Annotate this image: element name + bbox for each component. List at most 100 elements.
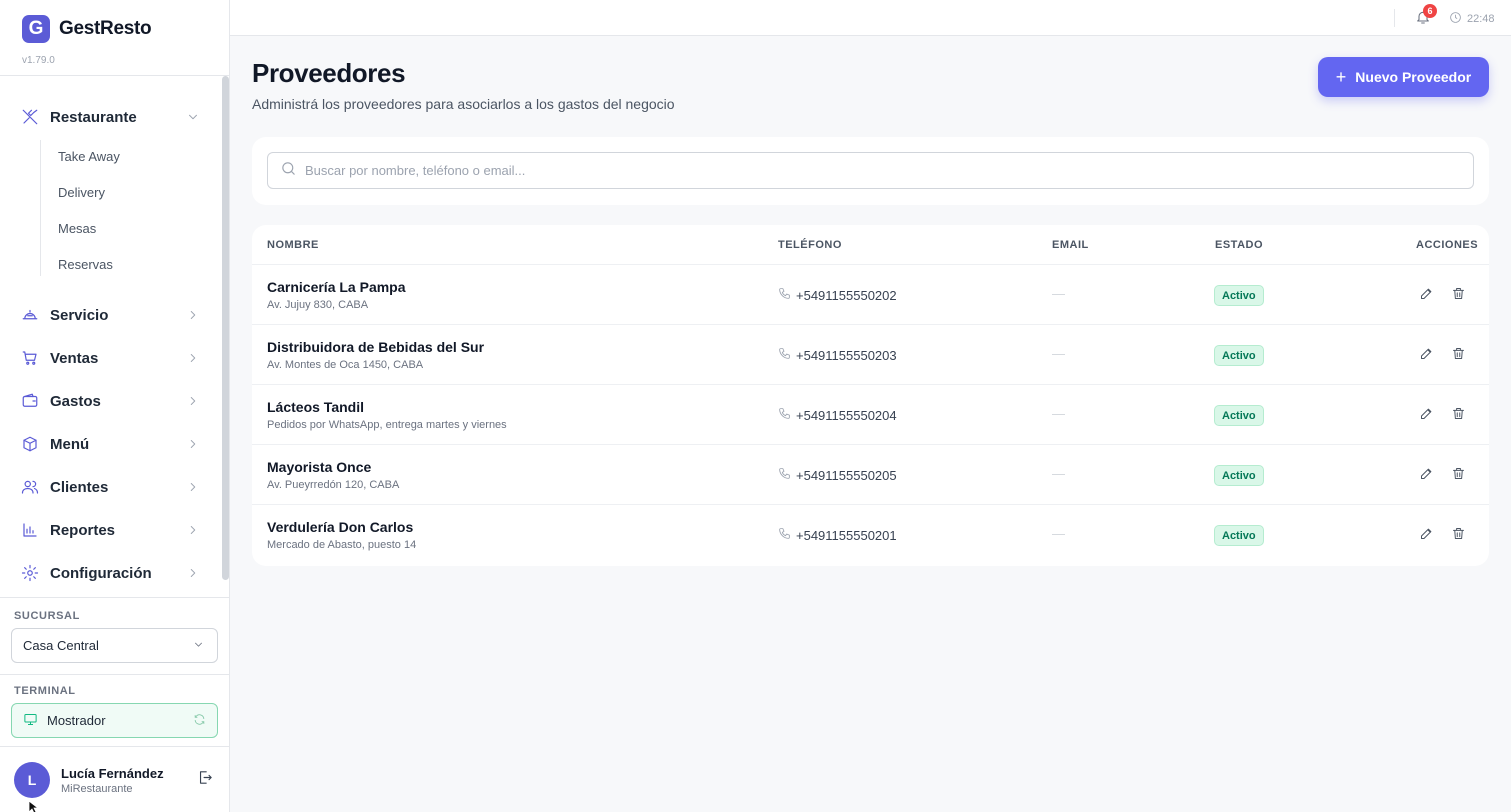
table-row[interactable]: Verdulería Don Carlos Mercado de Abasto,… [252,505,1489,565]
chevron-right-icon [186,394,200,408]
chevron-right-icon [186,437,200,451]
terminal-selector[interactable]: Mostrador [11,703,218,738]
nav-label: Servicio [50,306,109,324]
search-input[interactable] [305,163,1473,178]
nav-item-clientes[interactable]: Clientes [20,475,200,499]
subnav-item-reservas[interactable]: Reservas [58,257,113,272]
subnav-item-delivery[interactable]: Delivery [58,185,105,200]
supplier-name: Carnicería La Pampa [267,279,406,295]
divider [0,746,229,747]
subnav-item-mesas[interactable]: Mesas [58,221,96,236]
supplier-cell: Verdulería Don Carlos Mercado de Abasto,… [267,519,416,551]
phone-cell: +5491155550201 [778,527,897,543]
sidebar-scrollbar[interactable] [222,76,229,580]
divider [0,75,229,76]
app-version: v1.79.0 [22,55,55,66]
page-title: Proveedores [252,58,406,88]
nav-item-ventas[interactable]: Ventas [20,346,200,370]
supplier-note: Av. Jujuy 830, CABA [267,299,369,311]
users-icon [20,477,40,497]
chevron-right-icon [186,351,200,365]
nav-item-reportes[interactable]: Reportes [20,518,200,542]
trash-icon[interactable] [1451,466,1468,483]
nav-item-configuracion[interactable]: Configuración [20,561,200,585]
chevron-right-icon [186,308,200,322]
column-header-acciones: ACCIONES [1416,239,1479,251]
nav-label: Reportes [50,521,116,539]
edit-icon[interactable] [1419,346,1436,363]
nav-label: Restaurante [50,108,137,126]
search-card [252,137,1489,205]
clock-icon [1449,11,1467,27]
column-header-email[interactable]: EMAIL [1052,239,1089,251]
app-logo-icon: G [22,15,50,43]
table-row[interactable]: Carnicería La Pampa Av. Jujuy 830, CABA … [252,265,1489,325]
branch-value: Casa Central [23,638,99,653]
supplier-note: Mercado de Abasto, puesto 14 [267,539,417,551]
supplier-cell: Distribuidora de Bebidas del Sur Av. Mon… [267,339,484,371]
supplier-note: Pedidos por WhatsApp, entrega martes y v… [267,419,507,431]
divider [0,674,229,675]
supplier-phone: +5491155550204 [796,407,897,423]
edit-icon[interactable] [1419,466,1436,483]
phone-icon [778,287,796,303]
brand[interactable]: G GestResto [22,15,152,43]
phone-icon [778,407,796,423]
monitor-icon [23,712,38,730]
avatar[interactable]: L [14,762,50,798]
suppliers-table: NOMBRE TELÉFONO EMAIL ESTADO ACCIONES Ca… [252,225,1489,566]
status-badge: Activo [1214,465,1264,486]
supplier-name: Verdulería Don Carlos [267,519,414,535]
app-name: GestResto [59,18,152,39]
phone-cell: +5491155550204 [778,407,897,423]
column-header-telefono[interactable]: TELÉFONO [778,239,842,251]
phone-cell: +5491155550205 [778,467,897,483]
trash-icon[interactable] [1451,526,1468,543]
subnav-item-take-away[interactable]: Take Away [58,149,120,164]
utensils-icon [20,107,40,127]
terminal-value: Mostrador [47,713,106,728]
cart-icon [20,348,40,368]
edit-icon[interactable] [1419,526,1436,543]
nav-item-gastos[interactable]: Gastos [20,389,200,413]
supplier-phone: +5491155550205 [796,467,897,483]
supplier-cell: Carnicería La Pampa Av. Jujuy 830, CABA [267,279,406,311]
column-header-estado[interactable]: ESTADO [1215,239,1263,251]
nav-item-servicio[interactable]: Servicio [20,303,200,327]
supplier-cell: Mayorista Once Av. Pueyrredón 120, CABA [267,459,399,491]
trash-icon[interactable] [1451,346,1468,363]
logout-icon[interactable] [197,769,214,791]
supplier-note: Av. Montes de Oca 1450, CABA [267,359,424,371]
trash-icon[interactable] [1451,286,1468,303]
box-icon [20,434,40,454]
search-icon [280,160,297,182]
table-row[interactable]: Distribuidora de Bebidas del Sur Av. Mon… [252,325,1489,385]
subnav-guide [40,140,41,276]
edit-icon[interactable] [1419,286,1436,303]
edit-icon[interactable] [1419,406,1436,423]
trash-icon[interactable] [1451,406,1468,423]
chevron-down-icon [186,110,200,124]
supplier-email: — [1052,466,1065,481]
phone-cell: +5491155550203 [778,347,897,363]
refresh-icon[interactable] [193,713,206,729]
supplier-cell: Lácteos Tandil Pedidos por WhatsApp, ent… [267,399,507,431]
bar-chart-icon [20,520,40,540]
table-row[interactable]: Lácteos Tandil Pedidos por WhatsApp, ent… [252,385,1489,445]
new-supplier-button[interactable]: + Nuevo Proveedor [1318,57,1489,97]
column-header-nombre[interactable]: NOMBRE [267,239,319,251]
user-info: Lucía Fernández MiRestaurante [61,766,197,795]
supplier-phone: +5491155550203 [796,347,897,363]
gear-icon [20,563,40,583]
supplier-email: — [1052,346,1065,361]
phone-icon [778,467,796,483]
chevron-right-icon [186,566,200,580]
status-badge: Activo [1214,525,1264,546]
table-row[interactable]: Mayorista Once Av. Pueyrredón 120, CABA … [252,445,1489,505]
divider [1394,9,1395,27]
nav-label: Ventas [50,349,99,367]
branch-select[interactable]: Casa Central [11,628,218,663]
search-box[interactable] [267,152,1474,189]
nav-item-restaurante[interactable]: Restaurante [20,105,200,129]
nav-item-menu[interactable]: Menú [20,432,200,456]
